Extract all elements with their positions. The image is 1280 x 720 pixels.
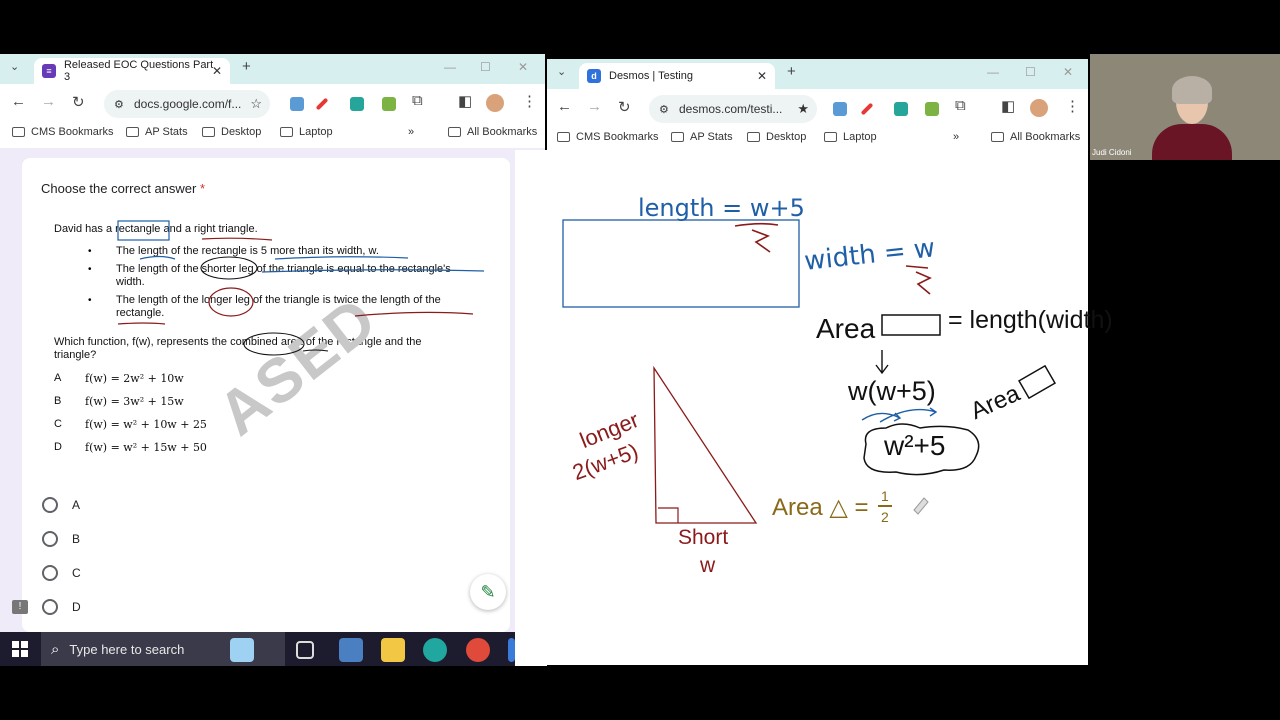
right-angle-mark xyxy=(658,507,679,523)
distribute-arrows xyxy=(861,407,938,423)
short-variable: w xyxy=(700,554,716,577)
area-rect-word: Area xyxy=(816,313,876,344)
drawn-right-triangle xyxy=(653,365,758,524)
short-label: Short xyxy=(678,526,729,549)
half-denominator: 2 xyxy=(881,509,889,525)
news-app-icon[interactable] xyxy=(339,638,363,662)
squiggle-under-w5 xyxy=(734,222,779,253)
area-rect-formula: = length(width) xyxy=(948,306,1113,334)
app-icon-partial[interactable] xyxy=(508,638,515,662)
result-expression: w²+5 xyxy=(884,430,946,461)
drawn-rectangle xyxy=(562,219,800,308)
windows-start-icon[interactable] xyxy=(12,641,28,657)
pencil-cursor-icon xyxy=(913,497,929,515)
webcam-person-body xyxy=(1152,124,1232,160)
search-highlight-icon[interactable] xyxy=(230,638,254,662)
webcam-feed: Judi Cidoni xyxy=(1090,54,1280,160)
down-arrow xyxy=(875,350,889,375)
area-triangle-formula: Area △ = xyxy=(772,494,869,521)
file-explorer-icon[interactable] xyxy=(381,638,405,662)
chrome-browser-icon[interactable] xyxy=(466,638,490,662)
area-small-rect xyxy=(881,314,941,336)
area-tilted-rect xyxy=(1017,364,1057,400)
search-icon: ⌕ xyxy=(51,640,60,658)
edge-browser-icon[interactable] xyxy=(423,638,447,662)
webcam-name-label: Judi Cidoni xyxy=(1092,148,1132,157)
product-expression: w(w+5) xyxy=(848,376,936,406)
task-view-icon[interactable] xyxy=(296,641,314,659)
webcam-person-hair xyxy=(1172,76,1212,104)
length-label: length = w+5 xyxy=(638,194,805,222)
whiteboard-canvas[interactable] xyxy=(0,0,1280,720)
half-numerator: 1 xyxy=(881,488,889,504)
squiggle-under-w xyxy=(905,265,932,295)
half-fraction-bar xyxy=(878,505,892,507)
taskbar-search-placeholder: Type here to search xyxy=(69,641,185,657)
